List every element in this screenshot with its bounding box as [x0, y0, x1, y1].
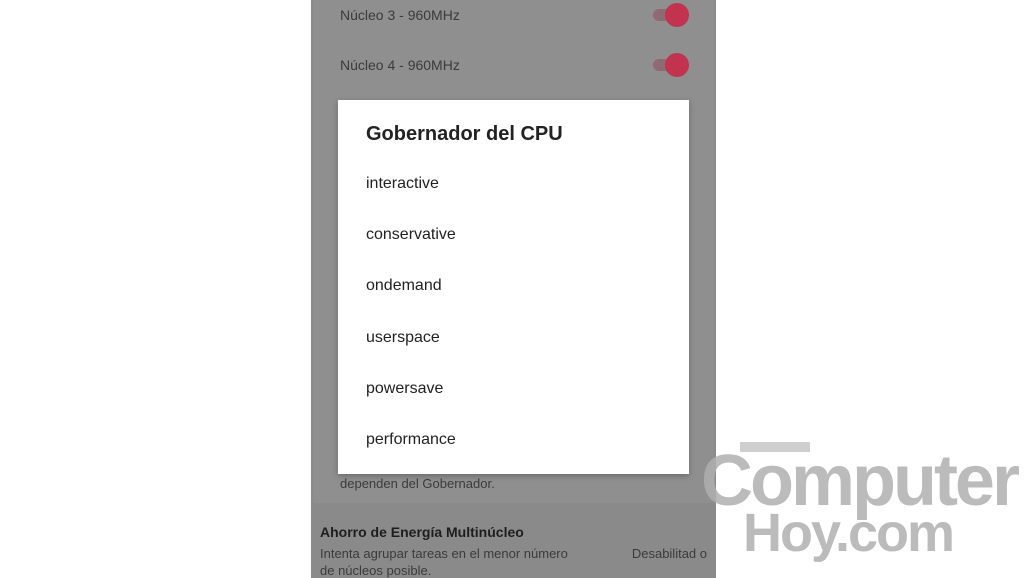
option-performance[interactable]: performance	[366, 425, 656, 455]
cpu-governor-dialog: Gobernador del CPU interactive conservat…	[338, 100, 689, 474]
governor-dependency-text: dependen del Gobernador.	[340, 476, 495, 491]
option-conservative[interactable]: conservative	[366, 220, 656, 250]
option-interactive[interactable]: interactive	[366, 169, 656, 199]
multicore-power-saving-title: Ahorro de Energía Multinúcleo	[320, 524, 524, 540]
toggle-thumb	[665, 3, 689, 27]
dialog-title: Gobernador del CPU	[366, 123, 563, 145]
multicore-power-saving-value: Desabilitad o	[631, 546, 707, 561]
watermark-line2: Hoy.com	[743, 503, 955, 563]
option-userspace[interactable]: userspace	[366, 323, 656, 353]
multicore-power-saving-description: Intenta agrupar tareas en el menor númer…	[320, 546, 568, 578]
toggle-thumb	[665, 53, 689, 77]
option-powersave[interactable]: powersave	[366, 374, 656, 404]
core-3-toggle[interactable]	[653, 3, 689, 27]
core-3-label: Núcleo 3 - 960MHz	[340, 7, 460, 23]
option-ondemand[interactable]: ondemand	[366, 271, 656, 301]
core-4-row: Núcleo 4 - 960MHz	[340, 57, 460, 73]
core-4-toggle[interactable]	[653, 53, 689, 77]
core-4-label: Núcleo 4 - 960MHz	[340, 57, 460, 73]
computerhoy-watermark-logo: Computer Hoy.com	[695, 440, 1020, 570]
core-3-row: Núcleo 3 - 960MHz	[340, 7, 460, 23]
